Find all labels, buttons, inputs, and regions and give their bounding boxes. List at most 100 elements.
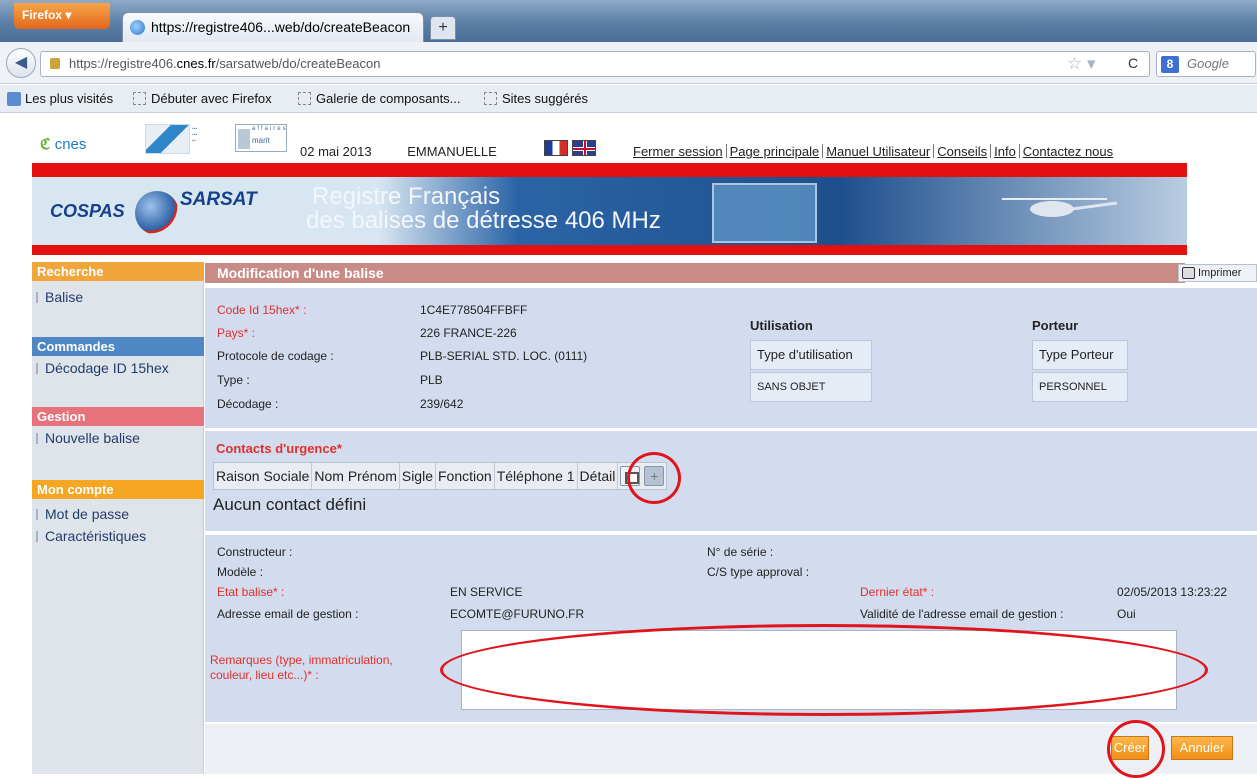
lock-icon: [50, 58, 60, 69]
country-label: Pays* :: [217, 326, 256, 340]
decoding-value: 239/642: [420, 397, 464, 411]
emergency-contacts-panel: Contacts d'urgence* Raison Sociale Nom P…: [205, 431, 1257, 531]
affaires-maritimes-logo: affaires marit: [235, 124, 287, 152]
beacon-info-panel: Code Id 15hex* : 1C4E778504FFBFF Pays* :…: [205, 288, 1257, 428]
code-label: Code Id 15hex* :: [217, 303, 307, 317]
column-header: Téléphone 1: [495, 463, 578, 489]
model-label: Modèle :: [217, 565, 264, 579]
carrier-value: PERSONNEL: [1032, 372, 1128, 402]
annotation-ellipse-remarks: [440, 624, 1208, 716]
code-value: 1C4E778504FFBFF: [420, 303, 528, 317]
annotation-circle-create: [1107, 720, 1165, 778]
column-header: Raison Sociale: [214, 463, 313, 489]
user-manual-link[interactable]: Manuel Utilisateur: [826, 144, 930, 159]
email-valid-value: Oui: [1117, 607, 1136, 621]
sidebar-item-balise[interactable]: Balise: [32, 288, 204, 306]
navigation-bar: ◀ https://registre406.cnes.fr/sarsatweb/…: [0, 42, 1257, 84]
contacts-table-header: Raison Sociale Nom Prénom Sigle Fonction…: [213, 462, 668, 490]
globe-icon: [130, 20, 145, 35]
banner-screen-image: [712, 183, 817, 243]
sidebar-section-gestion: Gestion: [32, 407, 204, 426]
url-host: cnes.fr: [176, 56, 216, 71]
usage-value: SANS OBJET: [750, 372, 872, 402]
site-banner: COSPAS SARSAT Registre Français des bali…: [32, 163, 1187, 255]
manufacturer-label: Constructeur :: [217, 545, 293, 559]
sidebar-item-nouvelle-balise[interactable]: Nouvelle balise: [32, 429, 204, 447]
top-links: Fermer session Page principale Manuel Util…: [633, 144, 1113, 159]
last-state-value: 02/05/2013 13:23:22: [1117, 585, 1228, 599]
sidebar-item-caracteristiques[interactable]: Caractéristiques: [32, 527, 204, 545]
back-button[interactable]: ◀: [6, 48, 36, 78]
usage-title: Utilisation: [750, 318, 813, 333]
google-icon: 8: [1161, 56, 1179, 73]
column-header: Fonction: [436, 463, 495, 489]
cs-approval-label: C/S type approval :: [707, 565, 810, 579]
url-prefix: https://registre406.: [69, 56, 177, 71]
print-button[interactable]: Imprimer: [1178, 264, 1257, 282]
decoding-label: Décodage :: [217, 397, 279, 411]
home-link[interactable]: Page principale: [730, 144, 820, 159]
english-flag-icon[interactable]: [572, 140, 596, 156]
column-header: Sigle: [400, 463, 436, 489]
sidebar-item-mot-de-passe[interactable]: Mot de passe: [32, 505, 204, 523]
carrier-header: Type Porteur: [1032, 340, 1128, 370]
search-engine-label: Google: [1187, 56, 1229, 71]
sidebar-section-mon-compte: Mon compte: [32, 480, 204, 499]
french-flag-icon[interactable]: [544, 140, 568, 156]
remarks-label: Remarques (type, immatriculation, couleu…: [210, 653, 393, 682]
logout-link[interactable]: Fermer session: [633, 144, 723, 159]
firefox-menu-button[interactable]: Firefox ▾: [14, 3, 110, 29]
tips-link[interactable]: Conseils: [937, 144, 987, 159]
session-date: 02 mai 2013: [300, 144, 372, 159]
bookmark-label: Galerie de composants...: [316, 91, 461, 106]
protocol-value: PLB-SERIAL STD. LOC. (0111): [420, 349, 588, 363]
cnes-logo: ℭ cnes: [40, 136, 87, 153]
status-label: Etat balise* :: [217, 585, 285, 599]
info-link[interactable]: Info: [994, 144, 1016, 159]
bookmark-label: Sites suggérés: [502, 91, 588, 106]
banner-cospas: COSPAS: [50, 201, 125, 221]
email-label: Adresse email de gestion :: [217, 607, 359, 621]
most-visited-icon: [7, 92, 21, 106]
left-sidebar: Recherche Balise Commandes Décodage ID 1…: [32, 262, 204, 774]
bookmark-suggested[interactable]: Sites suggérés: [484, 85, 588, 113]
sidebar-section-commandes: Commandes: [32, 337, 204, 356]
url-path: /sarsatweb/do/createBeacon: [215, 56, 381, 71]
column-header: Nom Prénom: [312, 463, 400, 489]
protocol-label: Protocole de codage :: [217, 349, 334, 363]
search-bar[interactable]: 8 Google: [1156, 51, 1256, 77]
column-header: Détail: [578, 463, 619, 489]
bookmark-star-icon[interactable]: ☆ ▾: [1067, 54, 1096, 74]
serial-label: N° de série :: [707, 545, 774, 559]
bookmark-page-icon: [298, 92, 311, 105]
banner-sarsat: SARSAT: [180, 189, 257, 210]
printer-icon: [1182, 267, 1195, 279]
no-contact-message: Aucun contact défini: [213, 495, 367, 514]
new-tab-button[interactable]: +: [430, 16, 456, 40]
bookmark-most-visited[interactable]: Les plus visités: [25, 85, 113, 113]
bookmark-label: Débuter avec Firefox: [151, 91, 272, 106]
sidebar-item-decodage[interactable]: Décodage ID 15hex: [32, 359, 204, 377]
type-label: Type :: [217, 373, 250, 387]
cospas-sarsat-globe-icon: [135, 191, 179, 235]
email-valid-label: Validité de l'adresse email de gestion :: [860, 607, 1064, 621]
bookmark-getting-started[interactable]: Débuter avec Firefox: [133, 85, 272, 113]
bookmarks-toolbar: Les plus visités Débuter avec Firefox Ga…: [0, 85, 1257, 113]
email-value: ECOMTE@FURUNO.FR: [450, 607, 585, 621]
country-value: 226 FRANCE-226: [420, 326, 517, 340]
form-footer: Créer Annuler: [205, 724, 1257, 774]
carrier-title: Porteur: [1032, 318, 1079, 333]
url-bar[interactable]: https://registre406.cnes.fr/sarsatweb/do…: [40, 51, 1150, 77]
status-value: EN SERVICE: [450, 585, 523, 599]
reload-icon[interactable]: C: [1128, 55, 1138, 71]
cancel-button[interactable]: Annuler: [1171, 736, 1233, 760]
last-state-label: Dernier état* :: [860, 585, 935, 599]
tab-title: https://registre406...web/do/createBeaco…: [151, 19, 411, 35]
contact-link[interactable]: Contactez nous: [1023, 144, 1113, 159]
browser-tab[interactable]: https://registre406...web/do/createBeaco…: [122, 12, 424, 42]
bookmark-components[interactable]: Galerie de composants...: [298, 85, 461, 113]
firefox-menu-label: Firefox: [22, 8, 63, 22]
sidebar-section-recherche: Recherche: [32, 262, 204, 281]
contacts-title: Contacts d'urgence*: [216, 441, 342, 456]
banner-title-line2: des balises de détresse 406 MHz: [306, 207, 661, 234]
